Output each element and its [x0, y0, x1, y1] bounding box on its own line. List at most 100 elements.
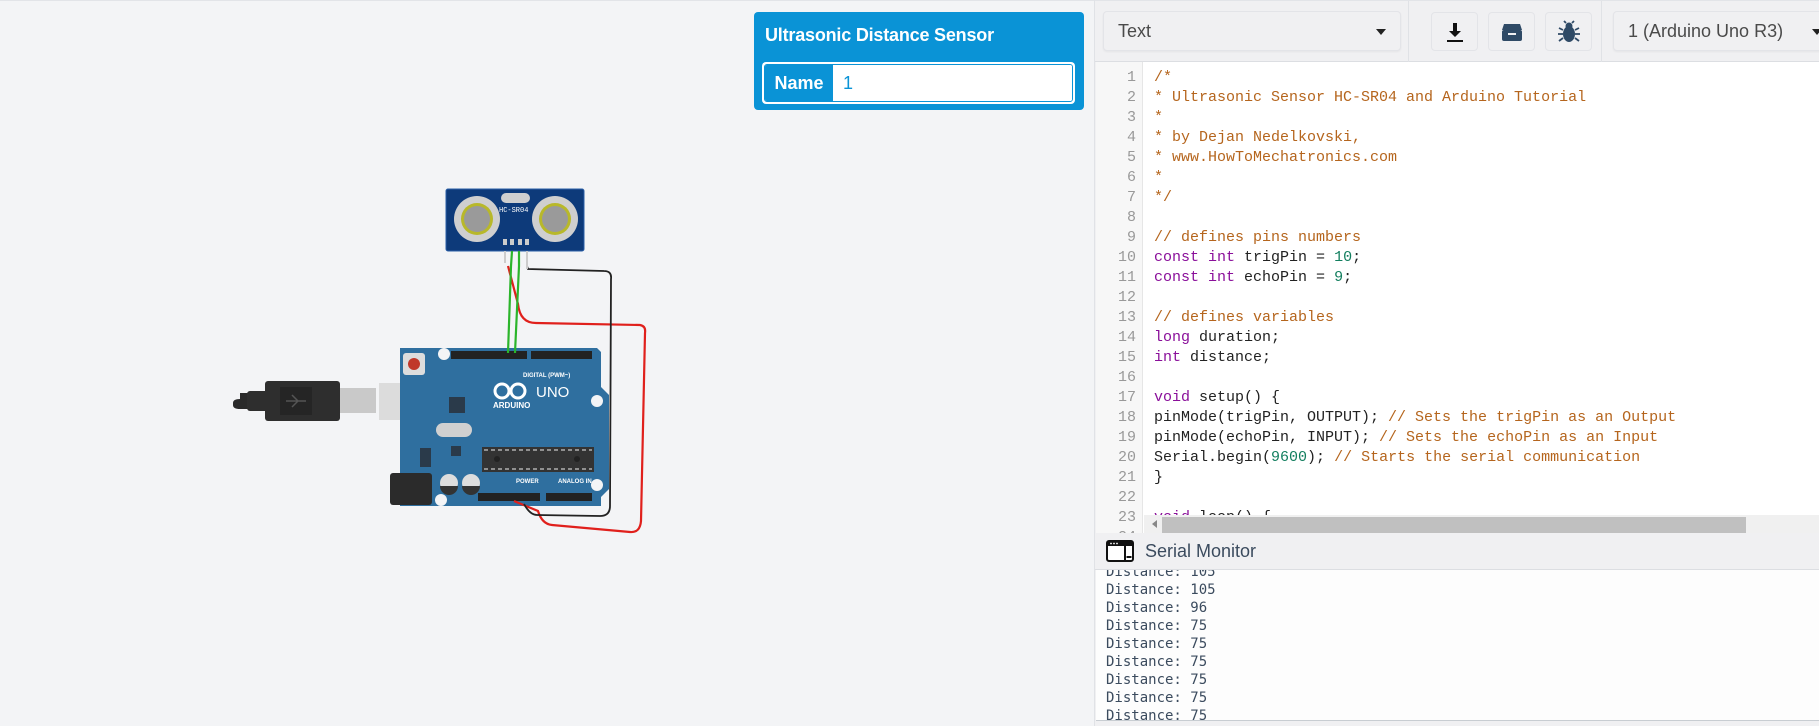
code-editor[interactable]: 1 /* 2 * Ultrasonic Sensor HC-SR04 and Ardu… — [1096, 62, 1819, 533]
line-number: 21 — [1117, 469, 1136, 486]
name-field-row: Name — [762, 62, 1075, 104]
name-field-input[interactable] — [833, 65, 1072, 101]
editor-mode-dropdown[interactable]: Text — [1103, 11, 1401, 51]
code-line: 1 /* — [1096, 68, 1819, 88]
circuit-canvas[interactable]: ARDUINO UNO DIGITAL (PWM~) POWER ANALOG … — [0, 0, 1094, 726]
serial-output-line: Distance: 75 — [1106, 690, 1208, 706]
ultrasonic-sensor[interactable]: HC-SR04 — [445, 188, 585, 252]
scroll-left-icon[interactable] — [1152, 520, 1157, 528]
code-keyword: long — [1154, 329, 1191, 346]
code-text: void setup() { — [1154, 388, 1280, 408]
line-number: 14 — [1117, 329, 1136, 346]
code-line: 5 * www.HowToMechatronics.com — [1096, 148, 1819, 168]
code-line: 11 const int echoPin = 9; — [1096, 268, 1819, 288]
line-number: 3 — [1126, 109, 1136, 126]
code-keyword: void — [1154, 389, 1191, 406]
line-number: 16 — [1117, 369, 1136, 386]
libraries-button[interactable] — [1488, 12, 1535, 51]
code-text: // defines variables — [1154, 308, 1334, 328]
serial-output-line: Distance: 105 — [1106, 582, 1216, 598]
properties-panel: Ultrasonic Distance Sensor Name — [754, 12, 1084, 110]
line-number: 18 — [1117, 409, 1136, 426]
code-line: 22 — [1096, 488, 1819, 508]
code-text: * by Dejan Nedelkovski, — [1154, 128, 1361, 148]
code-keyword: int — [1208, 269, 1236, 286]
line-number: 7 — [1126, 189, 1136, 206]
code-line: 15 int distance; — [1096, 348, 1819, 368]
caret-down-icon — [1812, 29, 1819, 35]
debugger-button[interactable] — [1545, 12, 1592, 51]
code-comment: * — [1154, 109, 1164, 126]
arduino-uno-board[interactable]: ARDUINO UNO DIGITAL (PWM~) POWER ANALOG … — [390, 348, 609, 506]
download-code-button[interactable] — [1431, 12, 1478, 51]
board-select-dropdown[interactable]: 1 (Arduino Uno R3) — [1613, 11, 1819, 51]
code-token: pinMode(echoPin, INPUT); — [1154, 429, 1380, 446]
code-line: 10 const int trigPin = 10; — [1096, 248, 1819, 268]
code-line: 3 * — [1096, 108, 1819, 128]
code-text: */ — [1154, 188, 1172, 208]
editor-mode-value: Text — [1118, 20, 1152, 41]
code-token: ; — [1352, 249, 1362, 266]
wire-echo[interactable] — [513, 251, 521, 354]
code-token: echoPin = — [1235, 269, 1335, 286]
horizontal-scrollbar[interactable] — [1144, 515, 1819, 533]
code-token: pinMode(trigPin, OUTPUT); — [1154, 409, 1389, 426]
code-keyword: int — [1208, 249, 1236, 266]
serial-monitor-title: Serial Monitor — [1145, 541, 1257, 561]
code-line: 4 * by Dejan Nedelkovski, — [1096, 128, 1819, 148]
line-number: 15 — [1117, 349, 1136, 366]
line-number: 5 — [1126, 149, 1136, 166]
code-text: * — [1154, 168, 1163, 188]
serial-monitor-header[interactable]: Serial Monitor — [1095, 533, 1819, 570]
line-number: 13 — [1117, 309, 1136, 326]
line-number: 19 — [1117, 429, 1136, 446]
code-token: setup() { — [1190, 389, 1281, 406]
name-field-label: Name — [765, 65, 833, 101]
line-number: 2 — [1126, 89, 1136, 106]
code-number: 9600 — [1271, 449, 1308, 466]
code-text: } — [1154, 468, 1163, 488]
code-line: 21} — [1096, 468, 1819, 488]
code-text: * — [1154, 108, 1163, 128]
code-comment: // defines variables — [1154, 309, 1335, 326]
code-text: pinMode(trigPin, OUTPUT); // Sets the tr… — [1154, 408, 1676, 428]
code-toolbar: Text 1 (Arduino Uno R3) — [1095, 0, 1819, 63]
code-comment: * by Dejan Nedelkovski, — [1154, 129, 1362, 146]
code-comment: * www.HowToMechatronics.com — [1154, 149, 1398, 166]
line-number: 1 — [1126, 69, 1136, 86]
code-comment: // defines pins numbers — [1154, 229, 1362, 246]
line-number: 22 — [1117, 489, 1136, 506]
code-text: /* — [1154, 68, 1172, 88]
serial-output-line: Distance: 75 — [1106, 708, 1208, 721]
toolbar-divider — [1601, 1, 1602, 63]
code-number: 10 — [1334, 249, 1353, 266]
line-number: 4 — [1126, 129, 1136, 146]
line-number: 12 — [1117, 289, 1136, 306]
serial-output-line: Distance: 96 — [1106, 600, 1208, 616]
serial-output-line: Distance: 75 — [1106, 672, 1208, 688]
code-token: duration; — [1190, 329, 1281, 346]
code-line: 8 — [1096, 208, 1819, 228]
line-number: 20 — [1117, 449, 1136, 466]
serial-monitor-output[interactable]: Distance: 105 Distance: 105 Distance: 96 Di… — [1096, 570, 1819, 721]
analog-header-label: ANALOG IN — [558, 479, 592, 485]
code-token: trigPin = — [1235, 249, 1335, 266]
code-text: long duration; — [1154, 328, 1280, 348]
code-text: pinMode(echoPin, INPUT); // Sets the ech… — [1154, 428, 1658, 448]
code-lines: 1 /* 2 * Ultrasonic Sensor HC-SR04 and Ardu… — [1096, 68, 1819, 533]
scrollbar-thumb[interactable] — [1162, 517, 1746, 533]
code-line: 17 void setup() { — [1096, 388, 1819, 408]
serial-output-line: Distance: 105 — [1106, 570, 1216, 580]
usb-cable[interactable] — [233, 381, 429, 421]
code-line: 2 * Ultrasonic Sensor HC-SR04 and Arduino… — [1096, 88, 1819, 108]
code-comment: // Sets the trigPin as an Output — [1388, 409, 1677, 426]
code-text: const int trigPin = 10; — [1154, 248, 1361, 268]
code-line: 6 * — [1096, 168, 1819, 188]
serial-output-line: Distance: 75 — [1106, 654, 1208, 670]
code-line: 14 long duration; — [1096, 328, 1819, 348]
code-line: 19 pinMode(echoPin, INPUT); // Sets the e… — [1096, 428, 1819, 448]
line-number: 9 — [1126, 229, 1136, 246]
code-text: * www.HowToMechatronics.com — [1154, 148, 1397, 168]
